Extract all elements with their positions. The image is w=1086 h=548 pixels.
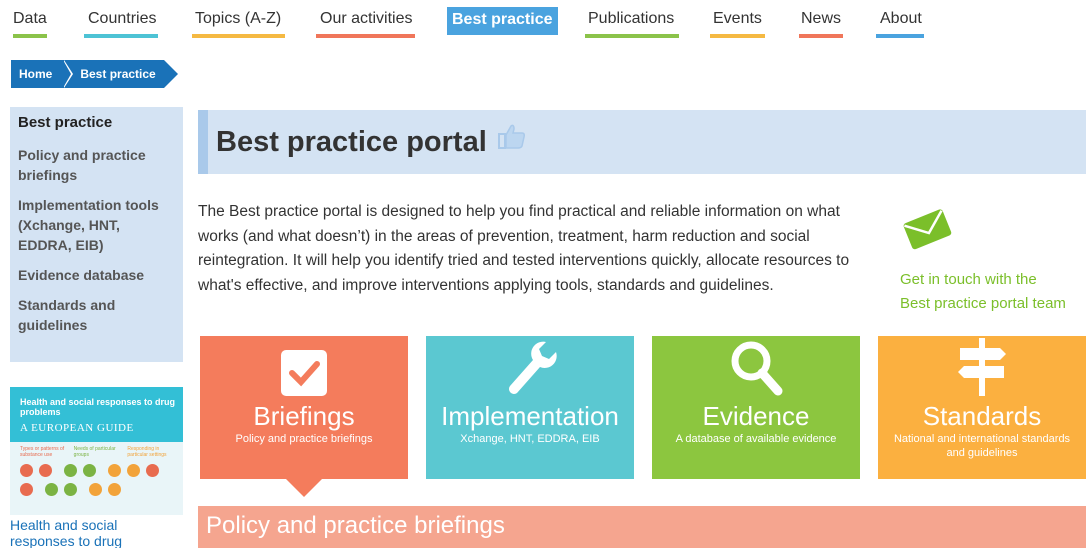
guide-dot-icon bbox=[45, 483, 58, 496]
guide-dot-icon bbox=[127, 464, 140, 477]
tile-standards-desc: National and international standards and… bbox=[893, 433, 1071, 459]
nav-topics[interactable]: Topics (A-Z) bbox=[192, 10, 286, 38]
guide-dot-icon bbox=[64, 483, 77, 496]
nav-publications[interactable]: Publications bbox=[585, 10, 680, 38]
intro-paragraph: The Best practice portal is designed to … bbox=[198, 203, 850, 294]
guide-dot-icon bbox=[39, 464, 52, 477]
guide-dot-icon bbox=[64, 464, 77, 477]
guide-link[interactable]: Health and social responses to drug bbox=[10, 517, 183, 548]
section-title: Policy and practice briefings bbox=[206, 512, 505, 539]
nav-news[interactable]: News bbox=[799, 10, 844, 38]
guide-col-particular-groups: Needs of particular groups bbox=[73, 446, 116, 458]
sidebar: Best practice Policy and practice briefi… bbox=[10, 107, 183, 362]
tile-briefings-title: Briefings bbox=[253, 401, 355, 431]
breadcrumb: Home Best practice bbox=[11, 60, 179, 88]
tile-evidence[interactable]: Evidence A database of available evidenc… bbox=[652, 336, 860, 479]
guide-dot-icon bbox=[20, 483, 33, 496]
top-navigation: Data Countries Topics (A-Z) Our activiti… bbox=[0, 0, 1086, 42]
contact-link[interactable]: Get in touch with the Best practice porta… bbox=[900, 268, 1086, 316]
nav-countries[interactable]: Countries bbox=[84, 10, 159, 38]
nav-data[interactable]: Data bbox=[13, 10, 47, 38]
guide-dot-icon bbox=[83, 464, 96, 477]
wrench-icon bbox=[426, 336, 634, 398]
guide-dot-icon bbox=[20, 464, 33, 477]
guide-dot-icon bbox=[108, 464, 121, 477]
guide-dot-icon bbox=[108, 483, 121, 496]
sidebar-item-standards-guidelines[interactable]: Standards and guidelines bbox=[18, 295, 175, 335]
tile-evidence-desc: A database of available evidence bbox=[675, 433, 837, 445]
guide-title: Health and social responses to drug prob… bbox=[20, 397, 176, 417]
signpost-icon bbox=[878, 336, 1086, 398]
tile-implementation[interactable]: Implementation Xchange, HNT, EDDRA, EIB bbox=[426, 336, 634, 479]
checkbox-icon bbox=[200, 336, 408, 398]
sidebar-item-evidence-database[interactable]: Evidence database bbox=[18, 265, 175, 285]
breadcrumb-current: Best practice bbox=[64, 60, 179, 88]
envelope-icon[interactable] bbox=[900, 209, 956, 255]
tile-evidence-title: Evidence bbox=[702, 401, 810, 431]
page-title: Best practice portal bbox=[216, 126, 487, 158]
contact-box: Get in touch with the Best practice porta… bbox=[900, 205, 1086, 316]
tile-standards-title: Standards bbox=[922, 401, 1042, 431]
nav-our-activities[interactable]: Our activities bbox=[316, 10, 416, 38]
tile-briefings-desc: Policy and practice briefings bbox=[235, 433, 373, 445]
magnifier-icon bbox=[652, 336, 860, 398]
european-guide-banner[interactable]: Health and social responses to drug prob… bbox=[10, 387, 183, 515]
active-tile-pointer bbox=[286, 479, 322, 497]
nav-events[interactable]: Events bbox=[710, 10, 765, 38]
tile-standards[interactable]: Standards National and international sta… bbox=[878, 336, 1086, 479]
guide-col-settings: Responding in particular settings bbox=[127, 446, 167, 458]
tile-implementation-title: Implementation bbox=[441, 401, 619, 431]
sidebar-item-implementation-tools[interactable]: Implementation tools (Xchange, HNT, EDDR… bbox=[18, 195, 175, 255]
nav-best-practice[interactable]: Best practice bbox=[447, 7, 558, 35]
thumbs-up-icon bbox=[497, 110, 527, 174]
guide-col-substance-use: Types or patterns of substance use bbox=[20, 446, 65, 458]
sidebar-item-policy-briefings[interactable]: Policy and practice briefings bbox=[18, 145, 175, 185]
guide-subtitle: A EUROPEAN GUIDE bbox=[20, 422, 134, 434]
guide-dot-icon bbox=[89, 483, 102, 496]
breadcrumb-home[interactable]: Home bbox=[11, 60, 74, 88]
tile-implementation-desc: Xchange, HNT, EDDRA, EIB bbox=[460, 433, 600, 445]
guide-icon-grid bbox=[10, 458, 183, 496]
guide-panel: Types or patterns of substance use Needs… bbox=[10, 442, 183, 515]
sidebar-item-best-practice[interactable]: Best practice bbox=[18, 113, 175, 133]
tile-briefings[interactable]: Briefings Policy and practice briefings bbox=[200, 336, 408, 479]
section-header: Policy and practice briefings bbox=[198, 506, 1086, 548]
page-heading-banner: Best practice portal bbox=[198, 110, 1086, 174]
guide-dot-icon bbox=[146, 464, 159, 477]
nav-about[interactable]: About bbox=[876, 10, 924, 38]
page-title-row: Best practice portal bbox=[208, 110, 1086, 174]
